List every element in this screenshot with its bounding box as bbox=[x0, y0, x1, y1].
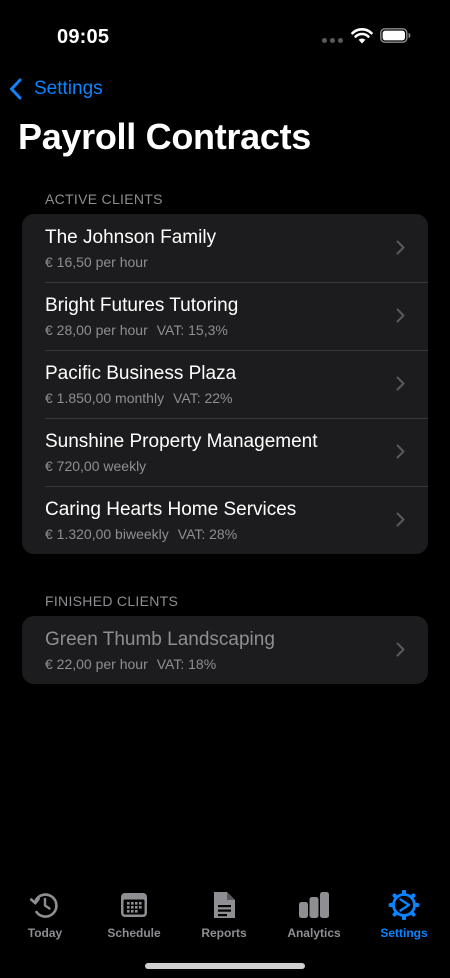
tab-schedule[interactable]: Schedule bbox=[89, 890, 179, 940]
tab-analytics[interactable]: Analytics bbox=[269, 890, 359, 940]
finished-clients-list: Green Thumb Landscaping € 22,00 per hour… bbox=[22, 616, 428, 684]
chevron-right-icon bbox=[396, 444, 405, 459]
chevron-right-icon bbox=[396, 308, 405, 323]
client-name: Sunshine Property Management bbox=[45, 431, 318, 452]
section-header-active: ACTIVE CLIENTS bbox=[45, 191, 163, 207]
client-rate-line: € 1.850,00 monthly VAT: 22% bbox=[45, 390, 233, 406]
chevron-right-icon bbox=[396, 240, 405, 255]
document-icon bbox=[214, 892, 235, 918]
tab-label: Analytics bbox=[287, 926, 341, 940]
client-row[interactable]: Bright Futures Tutoring € 28,00 per hour… bbox=[22, 282, 428, 350]
client-row[interactable]: Sunshine Property Management € 720,00 we… bbox=[22, 418, 428, 486]
client-rate-line: € 16,50 per hour bbox=[45, 254, 148, 270]
tab-settings[interactable]: Settings bbox=[359, 890, 449, 940]
client-rate: € 28,00 per hour bbox=[45, 322, 148, 338]
client-row[interactable]: Pacific Business Plaza € 1.850,00 monthl… bbox=[22, 350, 428, 418]
page-title: Payroll Contracts bbox=[18, 116, 311, 157]
client-rate-line: € 28,00 per hour VAT: 15,3% bbox=[45, 322, 228, 338]
chevron-left-icon bbox=[10, 78, 22, 100]
back-button[interactable]: Settings bbox=[8, 74, 103, 104]
tab-label: Today bbox=[27, 926, 63, 940]
home-indicator bbox=[145, 963, 305, 969]
client-row[interactable]: Caring Hearts Home Services € 1.320,00 b… bbox=[22, 486, 428, 554]
client-name: The Johnson Family bbox=[45, 227, 217, 248]
tab-label: Settings bbox=[380, 926, 428, 940]
chevron-right-icon bbox=[396, 512, 405, 527]
client-name: Green Thumb Landscaping bbox=[45, 629, 275, 650]
battery-icon bbox=[380, 28, 411, 43]
section-header-finished: FINISHED CLIENTS bbox=[45, 593, 179, 609]
active-clients-list: The Johnson Family € 16,50 per hour Brig… bbox=[22, 214, 428, 554]
client-rate-line: € 22,00 per hour VAT: 18% bbox=[45, 656, 216, 672]
client-rate-line: € 1.320,00 biweekly VAT: 28% bbox=[45, 526, 237, 542]
bar-chart-icon bbox=[299, 892, 329, 918]
wifi-icon bbox=[351, 28, 373, 44]
tab-label: Schedule bbox=[107, 926, 161, 940]
client-name: Bright Futures Tutoring bbox=[45, 295, 239, 316]
client-rate: € 22,00 per hour bbox=[45, 656, 148, 672]
tab-reports[interactable]: Reports bbox=[179, 890, 269, 940]
client-vat: VAT: 28% bbox=[177, 526, 238, 542]
clock-history-icon bbox=[29, 893, 58, 918]
client-rate: € 16,50 per hour bbox=[45, 254, 148, 270]
client-vat: VAT: 18% bbox=[156, 656, 217, 672]
tab-today[interactable]: Today bbox=[0, 890, 90, 940]
client-rate: € 1.850,00 monthly bbox=[45, 390, 165, 406]
client-name: Caring Hearts Home Services bbox=[45, 499, 297, 520]
gear-icon bbox=[388, 890, 420, 920]
client-row[interactable]: The Johnson Family € 16,50 per hour bbox=[22, 214, 428, 282]
chevron-right-icon bbox=[396, 376, 405, 391]
tab-label: Reports bbox=[201, 926, 247, 940]
client-vat: VAT: 15,3% bbox=[156, 322, 228, 338]
back-button-label: Settings bbox=[34, 78, 103, 99]
chevron-right-icon bbox=[396, 642, 405, 657]
calendar-icon bbox=[121, 893, 147, 917]
screen: 09:05 Settings Payroll Contracts ACTIVE … bbox=[0, 0, 450, 978]
client-vat: VAT: 22% bbox=[173, 390, 233, 406]
client-rate: € 1.320,00 biweekly bbox=[45, 526, 169, 542]
client-rate: € 720,00 weekly bbox=[45, 458, 147, 474]
client-name: Pacific Business Plaza bbox=[45, 363, 237, 384]
status-time: 09:05 bbox=[57, 26, 110, 48]
cellular-signal-icon bbox=[322, 38, 344, 43]
client-row[interactable]: Green Thumb Landscaping € 22,00 per hour… bbox=[22, 616, 428, 684]
status-bar: 09:05 bbox=[0, 0, 450, 72]
client-rate-line: € 720,00 weekly bbox=[45, 458, 146, 474]
